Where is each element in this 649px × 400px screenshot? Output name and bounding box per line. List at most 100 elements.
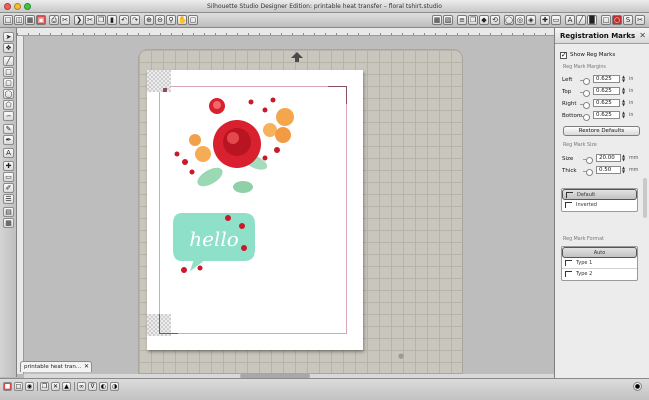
mark-thickness-stepper[interactable]: ▲ ▼ [622, 166, 626, 174]
open-folder-icon[interactable]: ◫ [14, 15, 24, 25]
close-tab-icon[interactable]: ✕ [84, 362, 89, 372]
mirror-icon[interactable]: ◆ [479, 15, 489, 25]
reg-style-inverted-option[interactable]: Inverted [562, 200, 637, 211]
pan-hand-icon[interactable]: ✋ [177, 15, 187, 25]
ruler-tool-icon[interactable]: ☰ [3, 194, 14, 204]
margin-right-slider[interactable] [580, 102, 590, 109]
polygon-tool-icon[interactable]: ⬠ [3, 100, 14, 110]
make-compound-icon[interactable]: ◐ [99, 382, 108, 391]
curve-tool-icon[interactable]: ∽ [3, 111, 14, 121]
mark-size-input[interactable]: 20.00 [596, 154, 621, 162]
show-reg-marks-checkbox[interactable]: ✓ [560, 52, 567, 59]
sketch-tool-icon[interactable]: ✐ [3, 183, 14, 193]
margin-left-input[interactable]: 0.625 [593, 75, 620, 83]
rectangle-tool-icon[interactable]: □ [3, 67, 14, 77]
mark-thickness-slider[interactable] [583, 169, 593, 176]
rounded-rect-tool-icon[interactable]: ▢ [3, 78, 14, 88]
margin-top-input[interactable]: 0.625 [593, 87, 620, 95]
store-icon[interactable]: S [623, 15, 633, 25]
cut-settings-icon[interactable]: ✂ [60, 15, 70, 25]
margin-right-label: Right [562, 101, 577, 107]
reg-format-type1-option[interactable]: Type 1 [562, 258, 637, 269]
fill-color-icon[interactable]: █ [587, 15, 597, 25]
panel-scrollbar[interactable] [643, 178, 647, 218]
copy-icon[interactable]: ❐ [96, 15, 106, 25]
margin-bottom-input[interactable]: 0.625 [593, 111, 620, 119]
paste-icon[interactable]: ▮ [107, 15, 117, 25]
undo-icon[interactable]: ↶ [119, 15, 129, 25]
margin-top-slider[interactable] [580, 90, 590, 97]
link-icon[interactable]: ∞ [77, 382, 86, 391]
unlink-icon[interactable]: ∇ [88, 382, 97, 391]
mark-thickness-input[interactable]: 0.50 [596, 166, 621, 174]
knife-tool-icon[interactable]: ✚ [3, 161, 14, 171]
knife-icon[interactable]: ✚ [540, 15, 550, 25]
reg-style-default-label: Default [577, 192, 596, 198]
registration-icon[interactable]: ○ [612, 15, 622, 25]
select-arrow-icon[interactable]: ➤ [3, 32, 14, 42]
release-compound-icon[interactable]: ◑ [110, 382, 119, 391]
library-panel-icon[interactable]: ▤ [3, 207, 14, 217]
hello-speech-bubble[interactable]: hello [170, 206, 260, 278]
bring-forward-icon[interactable]: ▲ [62, 382, 71, 391]
margin-right-input[interactable]: 0.625 [593, 99, 620, 107]
cut-panel-icon[interactable]: ✂ [635, 15, 645, 25]
eraser-icon[interactable]: ▭ [551, 15, 561, 25]
margin-top-stepper[interactable]: ▲ ▼ [622, 87, 626, 95]
select-by-color-icon[interactable]: ◉ [25, 382, 34, 391]
line-tool-icon[interactable]: ╱ [3, 56, 14, 66]
reg-format-auto-option[interactable]: Auto [562, 247, 637, 258]
align-icon[interactable]: ≡ [457, 15, 467, 25]
zoom-out-icon[interactable]: ⊖ [155, 15, 165, 25]
mark-size-stepper[interactable]: ▲ ▼ [622, 154, 626, 162]
shapes-panel-icon[interactable]: ▦ [3, 218, 14, 228]
replicate-icon[interactable]: ❐ [468, 15, 478, 25]
smooth-freehand-icon[interactable]: ✒ [3, 135, 14, 145]
weld-icon[interactable]: ◯ [504, 15, 514, 25]
size-section-label: Reg Mark Size [563, 143, 597, 148]
save-icon[interactable]: ▣ [36, 15, 46, 25]
new-file-icon[interactable]: □ [3, 15, 13, 25]
zoom-in-icon[interactable]: ⊕ [144, 15, 154, 25]
artwork-orange-flower [275, 127, 291, 143]
artwork-leaf [233, 181, 253, 193]
margin-right-stepper[interactable]: ▲ ▼ [622, 99, 626, 107]
floral-artwork[interactable] [165, 92, 305, 202]
zoom-select-icon[interactable]: ⚲ [166, 15, 176, 25]
line-style-icon[interactable]: ╱ [576, 15, 586, 25]
deselect-icon[interactable]: □ [14, 382, 23, 391]
reg-mark-corner-bottom-left [159, 314, 178, 334]
margin-left-stepper[interactable]: ▲ ▼ [622, 75, 626, 83]
trace-icon[interactable]: ◈ [526, 15, 536, 25]
rotate-icon[interactable]: ⟲ [490, 15, 500, 25]
select-all-icon[interactable]: ■ [3, 382, 12, 391]
group-icon[interactable]: ▦ [432, 15, 442, 25]
freehand-tool-icon[interactable]: ✎ [3, 124, 14, 134]
eraser-tool-icon[interactable]: ▭ [3, 172, 14, 182]
cut-icon[interactable]: ✂ [85, 15, 95, 25]
duplicate-icon[interactable]: ❐ [40, 382, 49, 391]
text-style-icon[interactable]: A [565, 15, 575, 25]
restore-defaults-button[interactable]: Restore Defaults [563, 126, 640, 136]
reg-format-type2-option[interactable]: Type 2 [562, 269, 637, 280]
margin-bottom-slider[interactable] [580, 114, 590, 121]
send-to-cutter-icon[interactable]: ❯ [74, 15, 84, 25]
library-icon[interactable]: ▦ [25, 15, 35, 25]
delete-icon[interactable]: ✕ [51, 382, 60, 391]
ungroup-icon[interactable]: ▧ [443, 15, 453, 25]
ellipse-tool-icon[interactable]: ◯ [3, 89, 14, 99]
close-icon[interactable]: ✕ [639, 31, 646, 40]
margin-left-slider[interactable] [580, 78, 590, 85]
page-setup-icon[interactable]: □ [601, 15, 611, 25]
reg-style-default-option[interactable]: Default [562, 189, 637, 200]
point-edit-icon[interactable]: ❖ [3, 43, 14, 53]
document-tab[interactable]: printable heat tran... ✕ [20, 361, 92, 372]
margin-bottom-stepper[interactable]: ▲ ▼ [622, 111, 626, 119]
fit-page-icon[interactable]: ▢ [188, 15, 198, 25]
print-icon[interactable]: ⎙ [49, 15, 59, 25]
type1-mark-icon [565, 260, 572, 266]
mark-size-slider[interactable] [583, 157, 593, 164]
redo-icon[interactable]: ↷ [130, 15, 140, 25]
text-tool-icon[interactable]: A [3, 148, 14, 158]
offset-icon[interactable]: ◎ [515, 15, 525, 25]
